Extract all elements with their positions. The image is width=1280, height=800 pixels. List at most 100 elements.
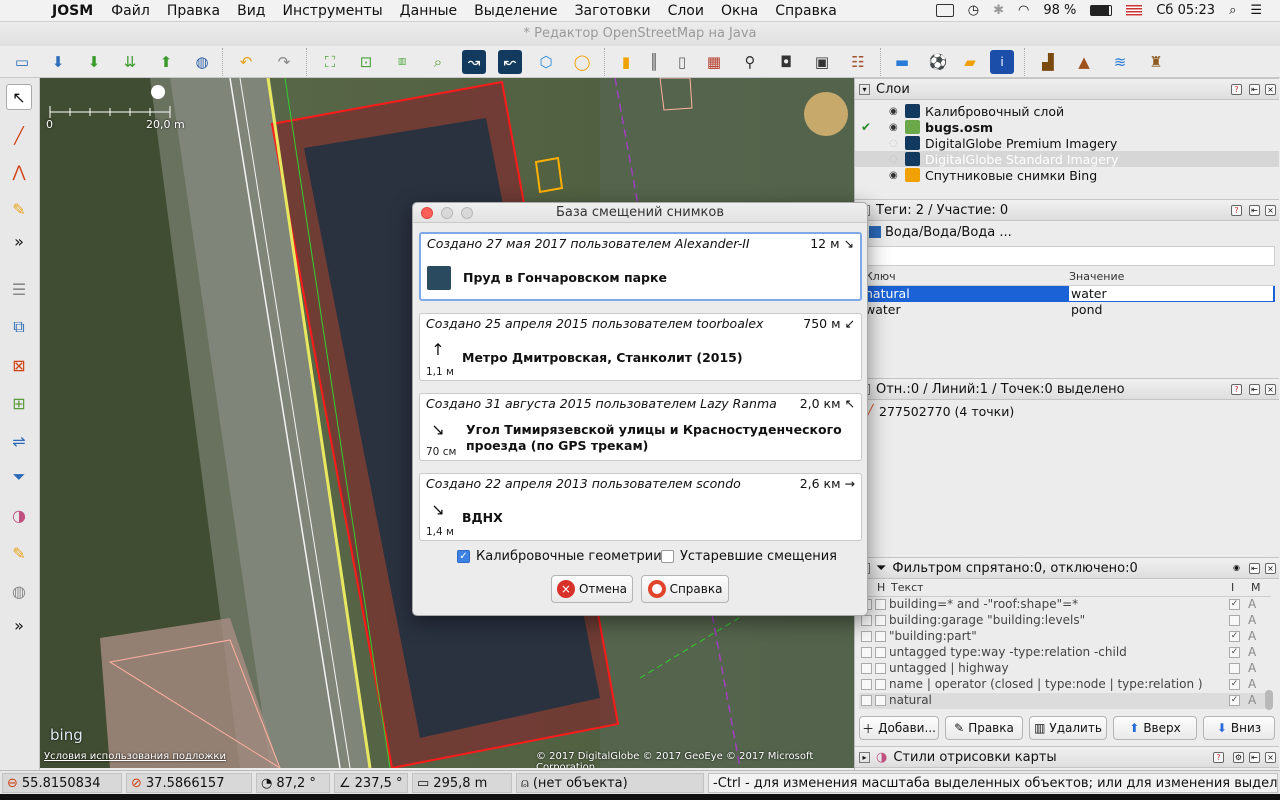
download-along-icon[interactable]: ⇊: [118, 50, 142, 74]
selection-toggle-icon[interactable]: ⊠: [6, 352, 32, 378]
notification-center-icon[interactable]: ☰: [1250, 3, 1262, 18]
hidden-icon[interactable]: ◌: [889, 138, 900, 149]
search-icon[interactable]: ⌕: [426, 50, 450, 74]
history-icon[interactable]: ⊞: [6, 390, 32, 416]
offset-card[interactable]: Создано 27 мая 2017 пользователем Alexan…: [419, 232, 862, 301]
bicycle-icon[interactable]: ⚲: [738, 50, 762, 74]
improve-way-icon[interactable]: ⋀: [6, 158, 32, 184]
filter-add-button[interactable]: ＋ Добави...: [859, 716, 939, 740]
tag-search-input[interactable]: [863, 246, 1275, 266]
filter-enable-checkbox[interactable]: [861, 663, 872, 674]
menu-selection[interactable]: Выделение: [474, 3, 557, 19]
layers-toggle-icon[interactable]: ☰: [6, 276, 32, 302]
filter-row[interactable]: untagged | highway A: [859, 661, 1271, 677]
styles-close-icon[interactable]: ×: [1265, 752, 1276, 763]
open-file-icon[interactable]: ▭: [10, 50, 34, 74]
cancel-button[interactable]: × Отмена: [551, 575, 633, 603]
menu-layers[interactable]: Слои: [668, 3, 704, 19]
offset-card[interactable]: Создано 22 апреля 2013 пользователем sco…: [419, 473, 862, 541]
info-icon[interactable]: i: [990, 50, 1014, 74]
layers-close-icon[interactable]: ×: [1265, 84, 1276, 95]
menu-presets[interactable]: Заготовки: [575, 3, 651, 19]
filter-row[interactable]: untagged type:way -type:relation -child …: [859, 645, 1271, 661]
filter-eye-icon[interactable]: ◉: [1231, 563, 1242, 574]
terms-link[interactable]: Условия использования подложки: [44, 751, 226, 762]
filter-detach-icon[interactable]: ⇤: [1249, 563, 1260, 574]
spotlight-icon[interactable]: ⌕: [1229, 3, 1236, 18]
filter-row[interactable]: name | operator (closed | type:node | ty…: [859, 677, 1271, 693]
display-icon[interactable]: [935, 4, 954, 17]
minimize-window-icon[interactable]: [441, 207, 453, 219]
shop-icon[interactable]: ▰: [958, 50, 982, 74]
zoom-selection-icon[interactable]: ⊡: [354, 50, 378, 74]
filter-hide-checkbox[interactable]: [875, 695, 886, 706]
barrier-icon[interactable]: ▯: [670, 50, 694, 74]
tags-toggle-icon[interactable]: ⧉: [6, 314, 32, 340]
app-menu[interactable]: JOSM: [52, 3, 93, 19]
layer-bugs-osm[interactable]: ✔ ◉ bugs.osm: [855, 119, 1279, 135]
layer-bing[interactable]: ◉ Спутниковые снимки Bing: [855, 167, 1279, 183]
tag-row-water[interactable]: water pond: [859, 302, 1275, 318]
undo-icon[interactable]: ↶: [234, 50, 258, 74]
tag-row-natural[interactable]: natural water: [859, 286, 1275, 302]
menu-view[interactable]: Вид: [237, 3, 265, 19]
filter-invert-checkbox[interactable]: ✓: [1229, 679, 1240, 690]
tags-help-icon[interactable]: ?: [1231, 205, 1242, 216]
filter-row[interactable]: building=* and -"roof:shape"=* ✓ A: [859, 597, 1271, 613]
styles-detach-icon[interactable]: ⇤: [1249, 752, 1260, 763]
notes-icon[interactable]: ✎: [6, 540, 32, 566]
filter-row-selected[interactable]: natural ✓ A: [859, 693, 1271, 709]
layer-dg-standard[interactable]: ◌ DigitalGlobe Standard Imagery: [855, 151, 1279, 167]
filter-enable-checkbox[interactable]: [861, 615, 872, 626]
filter-hide-checkbox[interactable]: [875, 599, 886, 610]
help-button[interactable]: Справка: [641, 575, 729, 603]
filter-hide-checkbox[interactable]: [875, 615, 886, 626]
zoom-window-icon[interactable]: [461, 207, 473, 219]
hotel-icon[interactable]: ▬: [890, 50, 914, 74]
filter-invert-checkbox[interactable]: ✓: [1229, 631, 1240, 642]
offset-card[interactable]: Создано 31 августа 2015 пользователем La…: [419, 393, 862, 461]
filter-row[interactable]: building:garage "building:levels" A: [859, 613, 1271, 629]
traffic-light-icon[interactable]: ▮: [614, 50, 638, 74]
deprecated-checkbox[interactable]: Устаревшие смещения: [661, 549, 837, 564]
road-icon[interactable]: ║: [642, 50, 666, 74]
tags-detach-icon[interactable]: ⇤: [1249, 205, 1260, 216]
waterway-icon[interactable]: ≋: [1108, 50, 1132, 74]
menu-data[interactable]: Данные: [400, 3, 458, 19]
close-window-icon[interactable]: [421, 207, 433, 219]
flag-icon[interactable]: [1126, 5, 1143, 16]
download-icon[interactable]: ⬇: [82, 50, 106, 74]
football-icon[interactable]: ⚽: [926, 50, 950, 74]
pencil-icon[interactable]: ✎: [6, 196, 32, 222]
zoom-data-icon[interactable]: ⛶: [318, 50, 342, 74]
car-icon[interactable]: ◘: [774, 50, 798, 74]
castle-icon[interactable]: ♜: [1144, 50, 1168, 74]
relation-icon[interactable]: ⇌: [6, 428, 32, 454]
wiki-icon[interactable]: ◍: [6, 578, 32, 604]
filter-close-icon[interactable]: ×: [1265, 563, 1276, 574]
filter-delete-button[interactable]: ▥ Удалить: [1029, 716, 1107, 740]
preset-link[interactable]: Вода/Вода/Вода ...: [885, 225, 1012, 240]
calibration-checkbox[interactable]: ✓ Калибровочные геометрии: [457, 549, 662, 564]
upload-icon[interactable]: ⬆: [154, 50, 178, 74]
filter-scrollbar[interactable]: [1265, 690, 1273, 710]
filter-invert-checkbox[interactable]: ✓: [1229, 647, 1240, 658]
visible-icon[interactable]: ◉: [889, 122, 900, 133]
clock[interactable]: Сб 05:23: [1156, 3, 1215, 18]
time-machine-icon[interactable]: ◷: [968, 3, 979, 18]
bluetooth-icon[interactable]: ✱: [993, 3, 1004, 18]
styles-help-icon[interactable]: ?: [1213, 752, 1224, 763]
globe-icon[interactable]: ◍: [190, 50, 214, 74]
menu-edit[interactable]: Правка: [167, 3, 220, 19]
more-modes-icon[interactable]: »: [6, 228, 32, 254]
filter-enable-checkbox[interactable]: [861, 695, 872, 706]
bus-icon[interactable]: ▣: [810, 50, 834, 74]
menu-file[interactable]: Файл: [111, 3, 150, 19]
filter-hide-checkbox[interactable]: [875, 663, 886, 674]
filter-enable-checkbox[interactable]: [861, 679, 872, 690]
selection-close-icon[interactable]: ×: [1265, 384, 1276, 395]
filter-hide-checkbox[interactable]: [875, 679, 886, 690]
more-dialogs-icon[interactable]: »: [6, 612, 32, 638]
selection-item[interactable]: 277502770 (4 точки): [879, 404, 1014, 419]
layer-calibration[interactable]: ◉ Калибровочный слой: [855, 103, 1279, 119]
